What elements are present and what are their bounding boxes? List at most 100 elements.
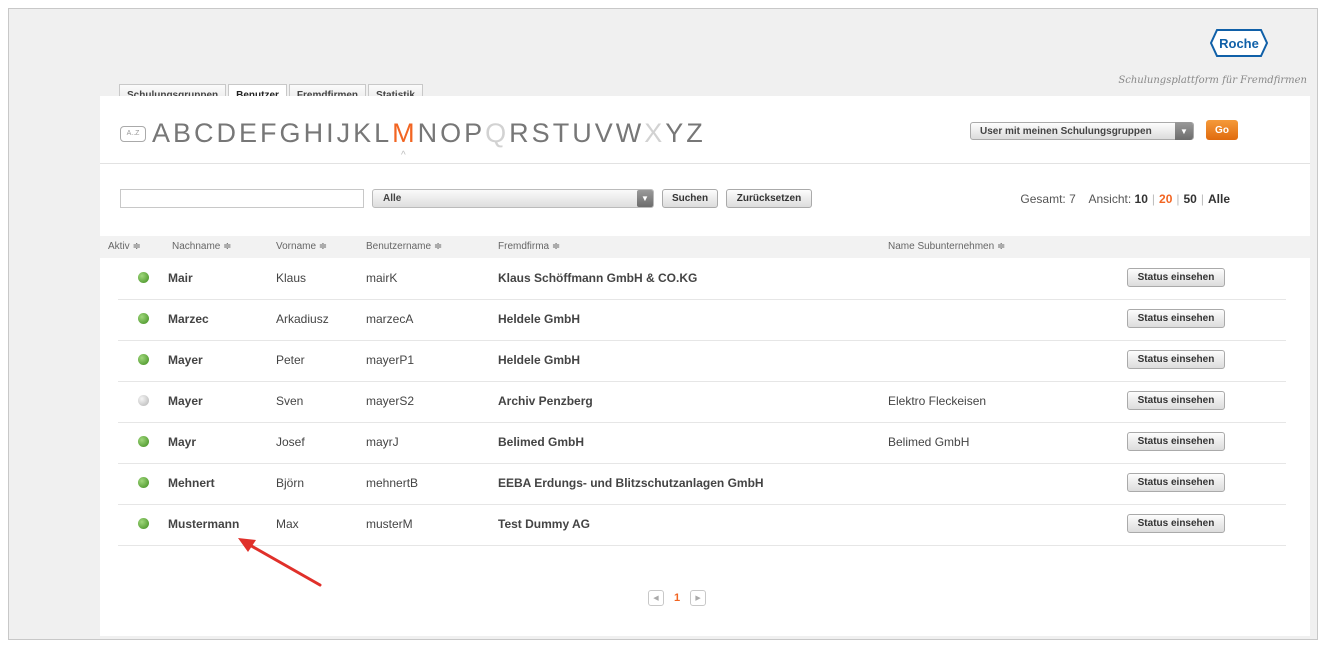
page-size-50[interactable]: 50 (1184, 192, 1197, 206)
search-button[interactable]: Suchen (662, 189, 718, 208)
cell-benutzername: mayerS2 (366, 394, 415, 408)
pagination: ◀ 1 ▶ (648, 590, 707, 606)
letter-q: Q (485, 118, 507, 148)
status-view-button[interactable]: Status einsehen (1127, 391, 1225, 410)
cell-fremdfirma: Test Dummy AG (498, 517, 591, 531)
status-active-icon (138, 354, 149, 365)
divider (100, 163, 1310, 164)
letter-o[interactable]: O (440, 118, 461, 149)
letter-e[interactable]: E (239, 118, 257, 149)
cell-sub: Elektro Fleckeisen (888, 394, 987, 408)
cell-benutzername: mayerP1 (366, 353, 415, 367)
letter-r[interactable]: R (509, 118, 529, 149)
col-subunternehmen[interactable]: Name Subunternehmen ≑ (888, 241, 1005, 252)
letter-f[interactable]: F (260, 118, 277, 149)
letter-t[interactable]: T (553, 118, 570, 149)
table-row: Marzec Arkadiusz marzecA Heldele GmbH Status… (118, 299, 1286, 341)
cell-sub: Belimed GmbH (888, 435, 970, 449)
col-aktiv[interactable]: Aktiv ≑ (108, 241, 141, 252)
letter-p[interactable]: P (464, 118, 482, 149)
cell-nachname: Mayer (168, 394, 203, 408)
total-count: 7 (1069, 192, 1076, 206)
cell-nachname: Mayr (168, 435, 197, 449)
cell-vorname: Max (276, 517, 299, 531)
letter-h[interactable]: H (304, 118, 324, 149)
cell-fremdfirma: Klaus Schöffmann GmbH & CO.KG (498, 271, 698, 285)
col-nachname[interactable]: Nachname ≑ (172, 241, 232, 252)
letter-d[interactable]: D (217, 118, 237, 149)
cell-fremdfirma: Belimed GmbH (498, 435, 585, 449)
letter-b[interactable]: B (173, 118, 191, 149)
platform-tagline: Schulungsplattform für Fremdfirmen (1118, 75, 1307, 86)
letter-c[interactable]: C (194, 118, 214, 149)
cell-benutzername: marzecA (366, 312, 414, 326)
letter-j[interactable]: J (337, 118, 351, 149)
result-counts: Gesamt: 7 Ansicht: 10 | 20 | 50 | Alle (1020, 192, 1230, 206)
table-row: Mayr Josef mayrJ Belimed GmbH Belimed GmbH St… (118, 422, 1286, 464)
current-page[interactable]: 1 (674, 592, 680, 604)
go-button[interactable]: Go (1206, 120, 1238, 140)
letter-s[interactable]: S (532, 118, 550, 149)
view-label: Ansicht: (1088, 192, 1132, 206)
az-sort-icon[interactable]: A..Z (120, 125, 146, 142)
col-fremdfirma[interactable]: Fremdfirma ≑ (498, 241, 560, 252)
letter-i[interactable]: I (326, 118, 334, 149)
status-view-button[interactable]: Status einsehen (1127, 268, 1225, 287)
page-size-20[interactable]: 20 (1159, 192, 1172, 206)
status-active-icon (138, 436, 149, 447)
search-input[interactable] (120, 189, 364, 208)
cell-nachname: Mehnert (168, 476, 215, 490)
letter-a[interactable]: A (152, 118, 170, 149)
cell-nachname: Mair (168, 271, 193, 285)
status-inactive-icon (138, 395, 149, 406)
chevron-down-icon: ▼ (1175, 122, 1193, 140)
cell-benutzername: mehnertB (366, 476, 419, 490)
status-active-icon (138, 313, 149, 324)
status-view-button[interactable]: Status einsehen (1127, 350, 1225, 369)
status-view-button[interactable]: Status einsehen (1127, 514, 1225, 533)
total-label: Gesamt: (1020, 192, 1066, 206)
company-filter-select[interactable]: Alle ▼ (372, 189, 654, 208)
chevron-left-icon[interactable]: ◀ (648, 590, 664, 606)
letter-l[interactable]: L (374, 118, 389, 149)
letter-z[interactable]: Z (686, 118, 703, 149)
status-view-button[interactable]: Status einsehen (1127, 432, 1225, 451)
cell-fremdfirma: Heldele GmbH (498, 312, 581, 326)
letter-u[interactable]: U (572, 118, 592, 149)
col-vorname[interactable]: Vorname ≑ (276, 241, 327, 252)
cell-nachname: Marzec (168, 312, 209, 326)
cell-vorname: Sven (276, 394, 304, 408)
user-group-select-value: User mit meinen Schulungsgruppen (980, 126, 1152, 137)
col-benutzername[interactable]: Benutzername ≑ (366, 241, 442, 252)
table-row: Mehnert Björn mehnertB EEBA Erdungs- und Bl… (118, 463, 1286, 505)
letter-g[interactable]: G (280, 118, 301, 149)
chevron-right-icon[interactable]: ▶ (690, 590, 707, 606)
page-size-all[interactable]: Alle (1208, 192, 1230, 206)
page-size-10[interactable]: 10 (1135, 192, 1148, 206)
roche-logo: Roche (1210, 29, 1268, 57)
cell-vorname: Peter (276, 353, 305, 367)
table-row: Mayer Sven mayerS2 Archiv Penzberg Elektro F… (118, 381, 1286, 423)
status-view-button[interactable]: Status einsehen (1127, 473, 1225, 492)
letter-w[interactable]: W (616, 118, 641, 149)
letter-m[interactable]: M ^ (392, 118, 415, 161)
company-filter-value: Alle (383, 193, 402, 204)
cell-vorname: Klaus (276, 271, 307, 285)
table-row: Mayer Peter mayerP1 Heldele GmbH Status eins… (118, 340, 1286, 382)
alphabet-filter: A..Z A B C D E F G H I J K L M ^ N O P Q R S T U V W X Y Z (120, 118, 706, 161)
cell-benutzername: mairK (366, 271, 398, 285)
svg-text:Roche: Roche (1219, 36, 1259, 51)
letter-k[interactable]: K (353, 118, 371, 149)
letter-n[interactable]: N (418, 118, 438, 149)
letter-v[interactable]: V (595, 118, 613, 149)
letter-y[interactable]: Y (665, 118, 683, 149)
reset-button[interactable]: Zurücksetzen (726, 189, 812, 208)
cell-vorname: Björn (276, 476, 305, 490)
cell-fremdfirma: EEBA Erdungs- und Blitzschutzanlagen Gmb… (498, 476, 764, 490)
chevron-down-icon: ▼ (637, 190, 653, 207)
status-view-button[interactable]: Status einsehen (1127, 309, 1225, 328)
user-group-select[interactable]: User mit meinen Schulungsgruppen ▼ (970, 122, 1194, 140)
selected-caret-icon: ^ (401, 150, 406, 161)
cell-benutzername: musterM (366, 517, 413, 531)
status-active-icon (138, 272, 149, 283)
